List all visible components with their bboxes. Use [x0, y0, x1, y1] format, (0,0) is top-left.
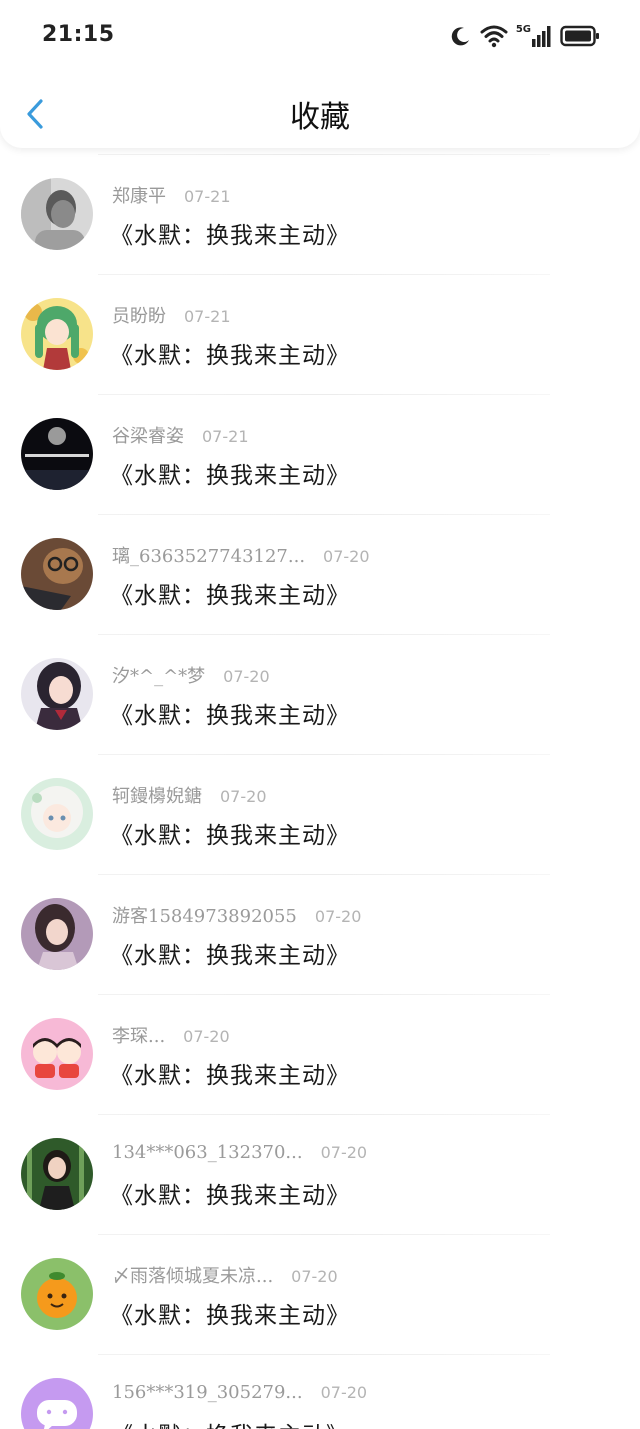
item-meta: 员盼盼 07-21: [112, 302, 231, 328]
list-item[interactable]: 134***063_132370... 07-20 《水默：换我来主动》: [0, 1114, 640, 1234]
work-title: 《水默：换我来主动》: [110, 583, 350, 609]
avatar[interactable]: [21, 178, 93, 250]
avatar-teddy-bear-laptop: [21, 538, 93, 610]
date: 07-21: [184, 307, 231, 326]
username: 〆雨落倾城夏未凉...: [112, 1266, 274, 1287]
work-title: 《水默：换我来主动》: [110, 1063, 350, 1089]
username: 汐*^_^*梦: [112, 666, 206, 687]
favorites-list: 郑康平 07-21 《水默：换我来主动》 员盼盼 07-21 《水默：换我来主动…: [0, 154, 640, 1429]
divider: [98, 274, 550, 275]
list-item[interactable]: 〆雨落倾城夏未凉... 07-20 《水默：换我来主动》: [0, 1234, 640, 1354]
work-title: 《水默：换我来主动》: [110, 463, 350, 489]
date: 07-20: [320, 1383, 368, 1402]
avatar[interactable]: [21, 1018, 93, 1090]
favorites-page: 21:15 5G 收藏 郑康平 07-21 《水默：换我来主动》 员盼盼 07-…: [0, 0, 640, 1429]
date: 07-20: [291, 1267, 338, 1286]
item-meta: 璃_6363527743127... 07-20: [112, 542, 370, 568]
username: 李琛...: [112, 1026, 166, 1047]
avatar[interactable]: [21, 1138, 93, 1210]
divider: [98, 514, 550, 515]
avatar[interactable]: [21, 658, 93, 730]
status-time: 21:15: [42, 22, 115, 47]
list-item[interactable]: 汐*^_^*梦 07-20 《水默：换我来主动》: [0, 634, 640, 754]
divider: [98, 394, 550, 395]
avatar-girl-uniform: [21, 658, 93, 730]
cellular-5g-icon: 5G: [516, 25, 552, 47]
list-item[interactable]: 谷梁睿姿 07-21 《水默：换我来主动》: [0, 394, 640, 514]
wifi-icon: [480, 25, 508, 48]
username: 员盼盼: [112, 306, 166, 327]
date: 07-20: [320, 1143, 368, 1162]
username: 轲鏝櫋婗鎕: [112, 786, 202, 807]
work-title: 《水默：换我来主动》: [110, 343, 350, 369]
network-type-label: 5G: [515, 24, 531, 35]
list-item[interactable]: 游客1584973892055 07-20 《水默：换我来主动》: [0, 874, 640, 994]
date: 07-21: [202, 427, 249, 446]
item-meta: 汐*^_^*梦 07-20: [112, 662, 270, 688]
item-meta: 游客1584973892055 07-20: [112, 902, 361, 928]
avatar-grayscale-boy: [21, 178, 93, 250]
item-meta: 郑康平 07-21: [112, 182, 231, 208]
date: 07-21: [184, 187, 231, 206]
avatar[interactable]: [21, 898, 93, 970]
avatar[interactable]: [21, 418, 93, 490]
date: 07-20: [220, 787, 267, 806]
header-bar: 21:15 5G 收藏: [0, 0, 640, 148]
item-meta: 〆雨落倾城夏未凉... 07-20: [112, 1262, 338, 1288]
work-title: 《水默：换我来主动》: [110, 1416, 350, 1429]
divider: [98, 634, 550, 635]
item-meta: 李琛... 07-20: [112, 1022, 230, 1048]
divider: [98, 994, 550, 995]
item-meta: 156***319_305279... 07-20: [112, 1382, 367, 1403]
date: 07-20: [314, 907, 362, 926]
avatar-moon-night: [21, 418, 93, 490]
username: 璃_6363527743127...: [112, 546, 306, 567]
avatar[interactable]: [21, 778, 93, 850]
status-icons: 5G: [450, 22, 600, 50]
work-title: 《水默：换我来主动》: [110, 943, 350, 969]
moon-icon: [451, 27, 469, 46]
battery-icon: [560, 25, 599, 47]
work-title: 《水默：换我来主动》: [110, 703, 350, 729]
work-title: 《水默：换我来主动》: [110, 1183, 350, 1209]
avatar-green-hair-anime: [21, 298, 93, 370]
work-title: 《水默：换我来主动》: [110, 823, 350, 849]
list-item[interactable]: 李琛... 07-20 《水默：换我来主动》: [0, 994, 640, 1114]
list-item[interactable]: 员盼盼 07-21 《水默：换我来主动》: [0, 274, 640, 394]
username: 156***319_305279...: [112, 1382, 303, 1403]
username: 游客1584973892055: [112, 906, 297, 927]
avatar-white-hair-anime: [21, 778, 93, 850]
work-title: 《水默：换我来主动》: [110, 1303, 350, 1329]
divider: [98, 1114, 550, 1115]
divider: [98, 154, 550, 155]
list-item[interactable]: 郑康平 07-21 《水默：换我来主动》: [0, 154, 640, 274]
avatar-cartoon-couple: [21, 1018, 93, 1090]
avatar-purple-chat-bubble: [21, 1378, 93, 1429]
page-title: 收藏: [290, 100, 350, 135]
username: 郑康平: [112, 186, 166, 207]
avatar-orange-cartoon: [21, 1258, 93, 1330]
date: 07-20: [183, 1027, 230, 1046]
date: 07-20: [223, 667, 270, 686]
item-meta: 谷梁睿姿 07-21: [112, 422, 249, 448]
avatar[interactable]: [21, 538, 93, 610]
divider: [98, 1354, 550, 1355]
work-title: 《水默：换我来主动》: [110, 223, 350, 249]
divider: [98, 874, 550, 875]
item-meta: 134***063_132370... 07-20: [112, 1142, 367, 1163]
list-item[interactable]: 轲鏝櫋婗鎕 07-20 《水默：换我来主动》: [0, 754, 640, 874]
avatar[interactable]: [21, 298, 93, 370]
username: 谷梁睿姿: [112, 426, 184, 447]
item-meta: 轲鏝櫋婗鎕 07-20: [112, 782, 267, 808]
divider: [98, 754, 550, 755]
avatar[interactable]: [21, 1378, 93, 1429]
avatar-woman-bamboo: [21, 1138, 93, 1210]
divider: [98, 1234, 550, 1235]
list-item[interactable]: 156***319_305279... 07-20 《水默：换我来主动》: [0, 1354, 640, 1429]
avatar[interactable]: [21, 1258, 93, 1330]
date: 07-20: [323, 547, 370, 566]
avatar-woman-portrait: [21, 898, 93, 970]
username: 134***063_132370...: [112, 1142, 303, 1163]
list-item[interactable]: 璃_6363527743127... 07-20 《水默：换我来主动》: [0, 514, 640, 634]
